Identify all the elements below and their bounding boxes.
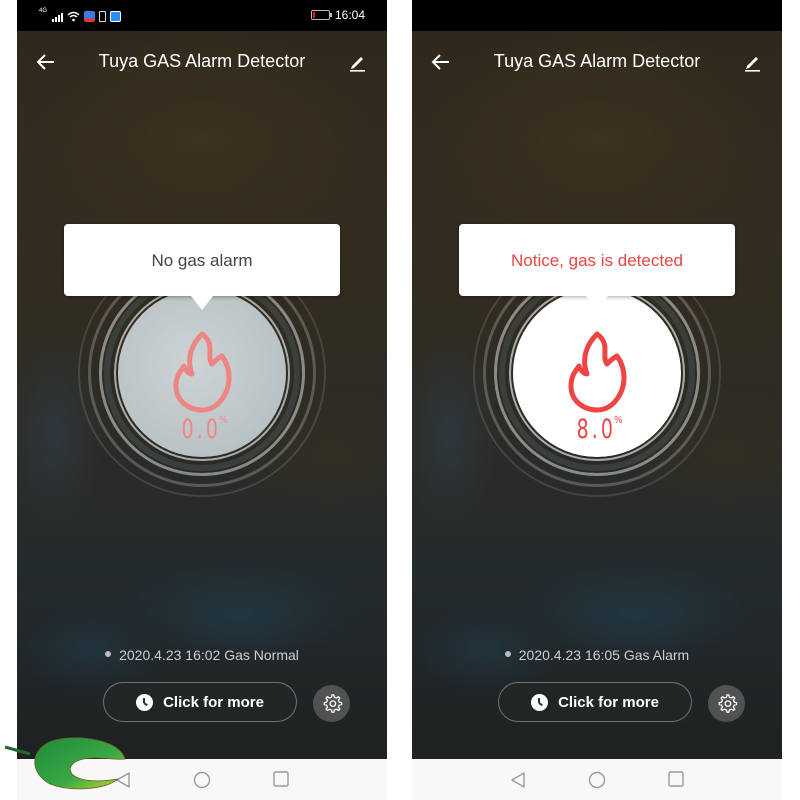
gas-value: 8.0 (576, 414, 617, 445)
clock-icon (136, 693, 154, 711)
page-title: Tuya GAS Alarm Detector (98, 51, 306, 71)
battery-low-icon (310, 10, 332, 20)
nav-back-icon[interactable] (510, 771, 526, 789)
battery-saver-icon (99, 10, 107, 22)
click-for-more-button[interactable]: Click for more (103, 682, 297, 722)
wifi-icon (67, 11, 80, 21)
watermark-logo-icon (4, 737, 126, 790)
app-notification-icon-2 (110, 10, 122, 22)
last-event-text: 2020.4.23 16:02 Gas Normal (119, 647, 299, 663)
nav-home-icon[interactable] (588, 771, 606, 789)
status-message: No gas alarm (151, 251, 253, 270)
status-tooltip: Notice, gas is detected (459, 224, 735, 296)
last-event: 2020.4.23 16:05 Gas Alarm (412, 647, 782, 663)
nav-recents-icon[interactable] (273, 771, 289, 787)
click-for-more-label: Click for more (163, 693, 264, 711)
settings-button[interactable] (313, 685, 350, 722)
network-type: 4G (39, 8, 48, 14)
clock-icon (531, 693, 549, 711)
status-time: 16:04 (334, 8, 365, 22)
status-message: Notice, gas is detected (511, 251, 683, 270)
status-tooltip: No gas alarm (64, 224, 340, 296)
flame-icon (173, 331, 232, 413)
last-event-text: 2020.4.23 16:05 Gas Alarm (518, 647, 690, 663)
app-bar: Tuya GAS Alarm Detector (412, 44, 782, 80)
app-notification-icon (84, 10, 96, 22)
click-for-more-button[interactable]: Click for more (498, 682, 692, 722)
gas-unit: % (614, 415, 623, 426)
gas-concentration: 0.0% (17, 414, 387, 445)
flame-icon (568, 331, 627, 413)
gear-icon (718, 693, 737, 713)
gas-value: 0.0 (181, 414, 222, 445)
app-bar: Tuya GAS Alarm Detector (17, 44, 387, 80)
status-bar: 4G 16:04 (17, 0, 387, 31)
phone-screen-normal: 4G 16:04 Tuya GAS Alarm Detector 0.0% No… (17, 0, 387, 800)
gear-icon (323, 693, 342, 713)
nav-home-icon[interactable] (193, 771, 211, 789)
gas-unit: % (219, 415, 228, 426)
settings-button[interactable] (708, 685, 745, 722)
signal-icon (52, 11, 64, 22)
pencil-icon[interactable] (347, 52, 367, 72)
gas-concentration: 8.0% (412, 414, 782, 445)
pencil-icon[interactable] (742, 52, 762, 72)
bullet-icon (504, 651, 511, 658)
phone-screen-alarm: Tuya GAS Alarm Detector 8.0% Notice, gas… (412, 0, 782, 800)
status-bar (412, 0, 782, 31)
last-event: 2020.4.23 16:02 Gas Normal (17, 647, 387, 663)
click-for-more-label: Click for more (558, 693, 659, 711)
page-title: Tuya GAS Alarm Detector (493, 51, 701, 71)
nav-recents-icon[interactable] (668, 771, 684, 787)
bullet-icon (105, 651, 112, 658)
